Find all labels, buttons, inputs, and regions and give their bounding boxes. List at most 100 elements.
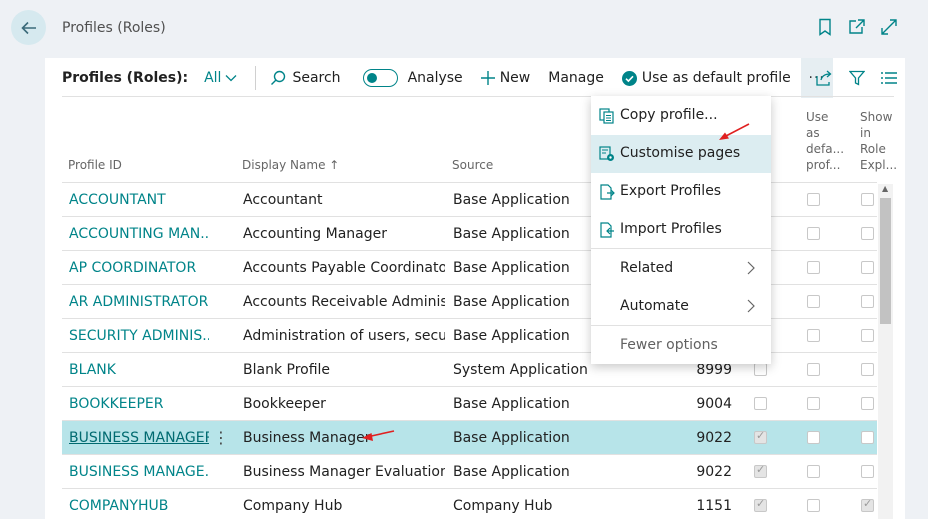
export-icon: [599, 184, 615, 200]
menu-item-copy-profile[interactable]: Copy profile...: [591, 97, 771, 135]
menu-divider: [591, 325, 771, 326]
use-as-default-checkbox[interactable]: [807, 295, 820, 308]
use-default-profile-button[interactable]: Use as default profile: [621, 58, 791, 98]
table-row[interactable]: BOOKKEEPER Bookkeeper Base Application 9…: [62, 386, 877, 420]
header-line: Role: [860, 142, 886, 156]
row-checkbox[interactable]: [754, 463, 767, 478]
show-in-role-explorer-checkbox[interactable]: [861, 261, 874, 274]
number-cell: 1151: [696, 498, 732, 514]
manage-button[interactable]: Manage: [548, 58, 604, 98]
vertical-scrollbar[interactable]: ▲: [878, 184, 893, 519]
top-icons: [816, 17, 898, 37]
menu-item-related[interactable]: Related: [591, 250, 771, 288]
show-in-role-explorer-checkbox[interactable]: [861, 397, 874, 410]
source-cell: Base Application: [453, 260, 570, 276]
use-as-default-checkbox[interactable]: [807, 227, 820, 240]
menu-item-automate[interactable]: Automate: [591, 288, 771, 326]
show-in-role-explorer-checkbox[interactable]: [861, 295, 874, 308]
table-row[interactable]: COMPANYHUB Company Hub Company Hub 1151: [62, 488, 877, 519]
number-cell: 9004: [696, 396, 732, 412]
use-as-default-checkbox[interactable]: [807, 363, 820, 376]
profile-id-link[interactable]: ACCOUNTING MAN...: [69, 226, 209, 242]
search-button[interactable]: Search: [270, 58, 341, 98]
column-header-profile-id[interactable]: Profile ID: [68, 158, 122, 172]
check-circle-icon: [621, 70, 637, 86]
profile-id-link[interactable]: COMPANYHUB: [69, 498, 209, 514]
use-as-default-checkbox[interactable]: [807, 499, 820, 512]
use-as-default-checkbox[interactable]: [807, 431, 820, 444]
use-as-default-checkbox[interactable]: [807, 397, 820, 410]
profile-id-link[interactable]: BUSINESS MANAGE...: [69, 464, 209, 480]
scroll-thumb[interactable]: [880, 198, 891, 324]
list-view-icon[interactable]: [881, 71, 897, 85]
customise-pages-label: Customise pages: [620, 145, 741, 161]
show-in-role-explorer-checkbox[interactable]: [861, 227, 874, 240]
menu-item-import-profiles[interactable]: Import Profiles: [591, 211, 771, 249]
sort-ascending-icon: ↑: [329, 158, 340, 172]
menu-item-fewer-options[interactable]: Fewer options: [591, 327, 771, 365]
menu-item-customise-pages[interactable]: Customise pages: [591, 135, 771, 173]
column-header-show-in-role-explorer[interactable]: Show in Role Expl...: [860, 109, 897, 173]
display-name-cell: Accounting Manager: [243, 226, 387, 242]
list-tools: [815, 58, 897, 98]
show-in-role-explorer-checkbox[interactable]: [861, 329, 874, 342]
table-row[interactable]: BUSINESS MANAGE... Business Manager Eval…: [62, 454, 877, 488]
row-checkbox[interactable]: [754, 429, 767, 444]
view-filter-label: All: [204, 70, 222, 86]
profile-id-link[interactable]: ACCOUNTANT: [69, 192, 209, 208]
use-as-default-checkbox[interactable]: [807, 193, 820, 206]
profile-id-link[interactable]: AP COORDINATOR: [69, 260, 209, 276]
source-cell: Base Application: [453, 430, 570, 446]
source-cell: Base Application: [453, 328, 570, 344]
use-as-default-checkbox[interactable]: [807, 329, 820, 342]
profile-id-link[interactable]: BLANK: [69, 362, 209, 378]
show-in-role-explorer-checkbox[interactable]: [861, 363, 874, 376]
filter-icon[interactable]: [849, 70, 865, 86]
profile-id-link[interactable]: AR ADMINISTRATOR: [69, 294, 209, 310]
import-icon: [599, 222, 615, 238]
show-in-role-explorer-checkbox[interactable]: [861, 497, 874, 512]
column-header-source[interactable]: Source: [452, 158, 493, 172]
source-cell: Base Application: [453, 192, 570, 208]
automate-label: Automate: [620, 298, 689, 314]
scroll-up-icon[interactable]: ▲: [882, 184, 888, 193]
customise-pages-icon: [599, 146, 615, 162]
expand-icon[interactable]: [880, 17, 898, 37]
analyse-toggle[interactable]: [362, 69, 398, 87]
share-icon[interactable]: [815, 70, 833, 86]
bookmark-icon[interactable]: [816, 17, 834, 37]
header-line: in: [860, 126, 871, 140]
related-label: Related: [620, 260, 674, 276]
open-new-window-icon[interactable]: [848, 17, 866, 37]
page: Profiles (Roles) Profiles (Roles): All S…: [0, 0, 928, 519]
row-checkbox[interactable]: [754, 497, 767, 512]
header-line: as: [806, 126, 820, 140]
view-filter[interactable]: All: [204, 58, 237, 98]
row-actions-kebab-icon[interactable]: ⋮: [213, 428, 229, 447]
display-name-cell: Accountant: [243, 192, 323, 208]
back-arrow-icon: [20, 21, 36, 34]
display-name-cell: Accounts Payable Coordinator: [243, 260, 445, 276]
profile-id-link[interactable]: SECURITY ADMINIS...: [69, 328, 209, 344]
number-cell: 9022: [696, 430, 732, 446]
fewer-options-label: Fewer options: [620, 337, 718, 353]
display-name-cell: Bookkeeper: [243, 396, 326, 412]
source-cell: Base Application: [453, 464, 570, 480]
use-as-default-checkbox[interactable]: [807, 465, 820, 478]
profile-id-link[interactable]: BUSINESS MANAGER: [69, 430, 209, 446]
show-in-role-explorer-checkbox[interactable]: [861, 193, 874, 206]
back-button[interactable]: [11, 10, 46, 45]
menu-item-export-profiles[interactable]: Export Profiles: [591, 173, 771, 211]
show-in-role-explorer-checkbox[interactable]: [861, 431, 874, 444]
column-header-display-name[interactable]: Display Name ↑: [242, 158, 339, 172]
display-name-cell: Company Hub: [243, 498, 343, 514]
more-options-menu: Copy profile... Customise pages Export P…: [591, 96, 771, 364]
header-line: prof...: [806, 158, 841, 172]
table-row-selected[interactable]: BUSINESS MANAGER ⋮ Business Manager Base…: [62, 420, 877, 454]
new-button[interactable]: New: [480, 58, 530, 98]
use-as-default-checkbox[interactable]: [807, 261, 820, 274]
profile-id-link[interactable]: BOOKKEEPER: [69, 396, 209, 412]
column-header-use-as-default[interactable]: Use as defa... prof...: [806, 109, 844, 173]
row-checkbox[interactable]: [754, 397, 767, 410]
show-in-role-explorer-checkbox[interactable]: [861, 465, 874, 478]
